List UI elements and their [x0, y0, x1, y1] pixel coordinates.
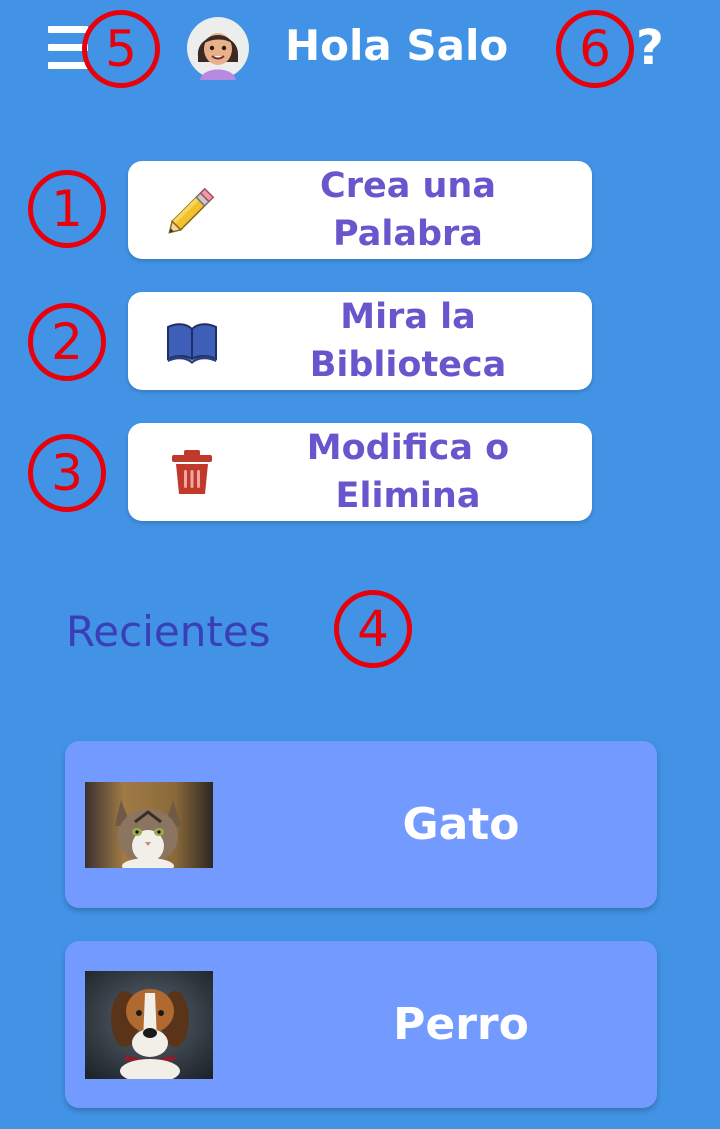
user-avatar-icon[interactable]: [186, 16, 250, 80]
annotation-4: 4: [334, 590, 412, 668]
annotation-2: 2: [28, 303, 106, 381]
view-library-label: Mira la Biblioteca: [309, 297, 507, 385]
create-word-label: Crea una Palabra: [320, 166, 496, 254]
recent-item-label: Perro: [393, 999, 529, 1050]
pencil-icon: [164, 182, 220, 238]
recent-item-perro[interactable]: Perro: [65, 941, 657, 1108]
create-word-button[interactable]: Crea una Palabra: [128, 161, 592, 259]
book-icon: [164, 313, 220, 369]
dog-thumbnail: [85, 971, 213, 1079]
annotation-1: 1: [28, 170, 106, 248]
annotation-5: 5: [82, 10, 160, 88]
greeting-title: Hola Salo: [285, 21, 509, 70]
annotation-3: 3: [28, 434, 106, 512]
help-button[interactable]: ?: [636, 18, 664, 78]
recent-item-gato[interactable]: Gato: [65, 741, 657, 908]
view-library-button[interactable]: Mira la Biblioteca: [128, 292, 592, 390]
trash-icon: [164, 444, 220, 500]
recent-section-title: Recientes: [66, 607, 271, 656]
modify-delete-label: Modifica o Elimina: [306, 428, 510, 516]
modify-delete-button[interactable]: Modifica o Elimina: [128, 423, 592, 521]
cat-thumbnail: [85, 782, 213, 868]
recent-item-label: Gato: [402, 799, 520, 850]
annotation-6: 6: [556, 10, 634, 88]
